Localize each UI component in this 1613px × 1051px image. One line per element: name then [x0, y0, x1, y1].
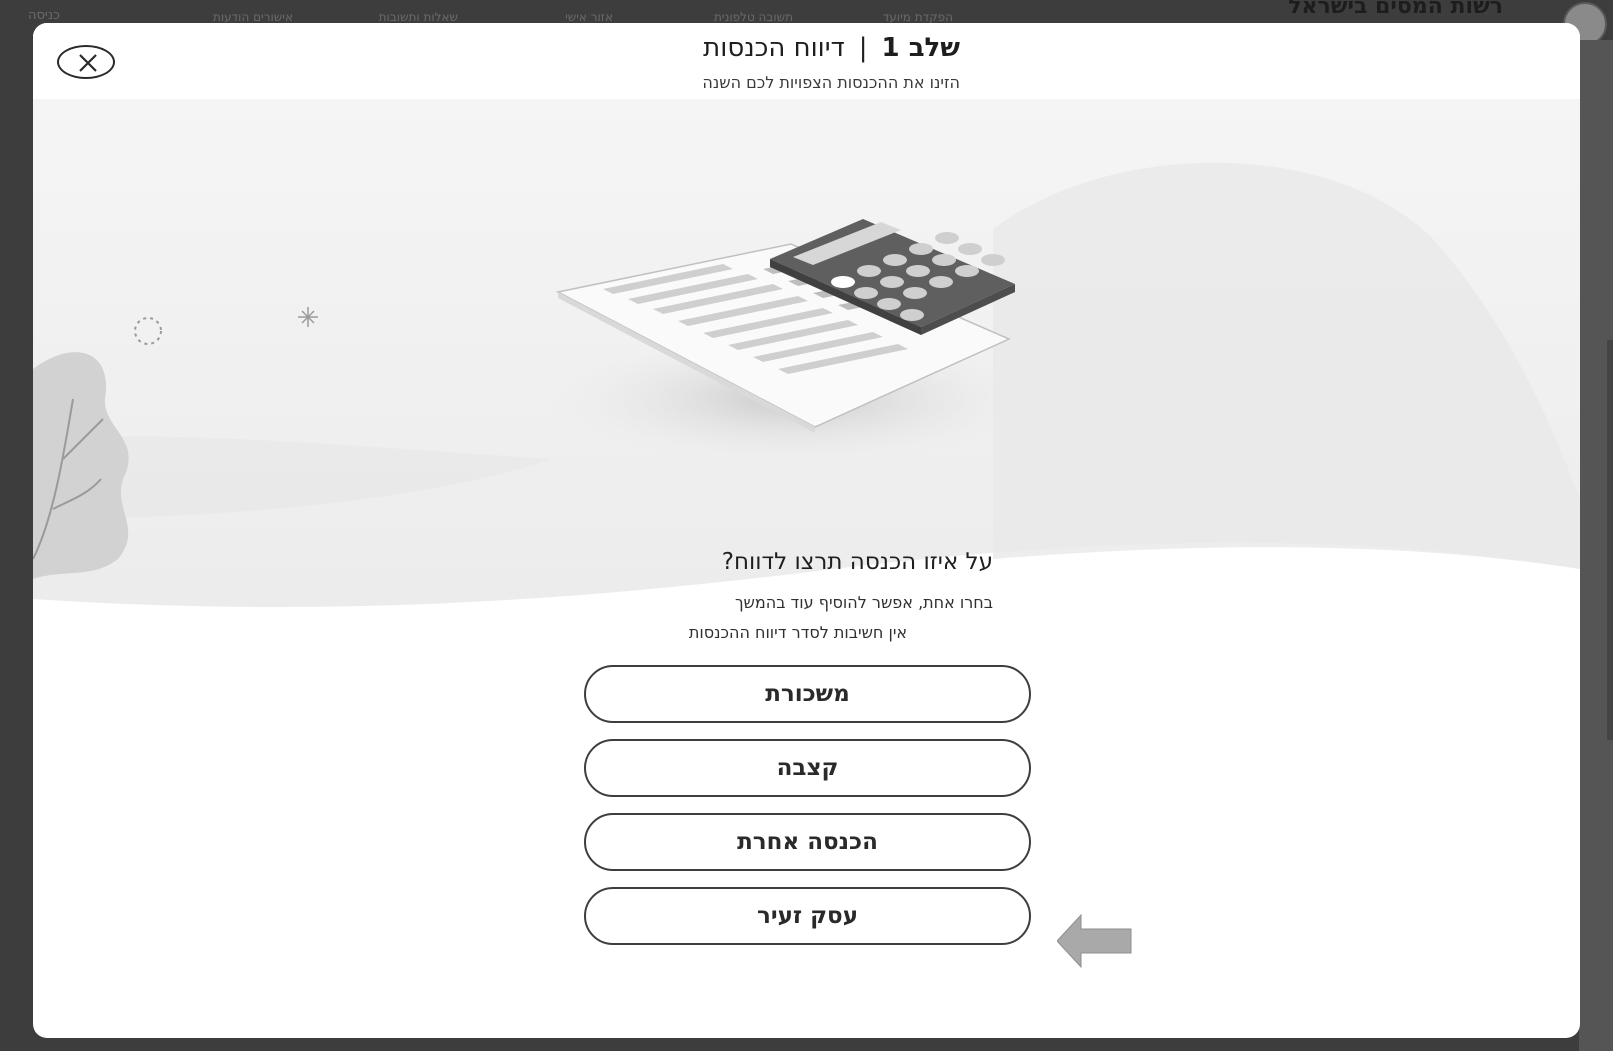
brand-title: רשות המסים בישראל: [1288, 0, 1503, 19]
option-salary-button[interactable]: משכורת: [584, 665, 1031, 723]
page-title: דיווח הכנסות: [703, 33, 845, 63]
nav-item-1: הפקדת מיועד: [882, 10, 953, 24]
nav-item-3: אזור אישי: [565, 10, 613, 24]
option-other-income-button[interactable]: הכנסה אחרת: [584, 813, 1031, 871]
option-small-business-button[interactable]: עסק זעיר: [584, 887, 1031, 945]
login-link: כניסה: [28, 8, 60, 23]
background-top-nav: רשות המסים בישראל הפקדת מיועד תשובה טלפו…: [0, 0, 1613, 46]
step-label: שלב 1: [881, 33, 960, 63]
close-button[interactable]: [57, 45, 115, 79]
title-separator: |: [858, 33, 868, 63]
question-title: על איזו הכנסה תרצו לדווח?: [721, 549, 993, 575]
nav-item-2: תשובה טלפונית: [714, 10, 793, 24]
modal-header: שלב 1 | דיווח הכנסות הזינו את ההכנסות הצפו…: [33, 23, 1580, 99]
modal-content: על איזו הכנסה תרצו לדווח? בחרו אחת, אפשר…: [33, 23, 1580, 1038]
background-scroll-area: [1579, 40, 1613, 1051]
income-report-modal: שלב 1 | דיווח הכנסות הזינו את ההכנסות הצפו…: [33, 23, 1580, 1038]
option-pension-button[interactable]: קצבה: [584, 739, 1031, 797]
nav-item-4: שאלות ותשובות: [378, 10, 458, 24]
question-hint-line1: בחרו אחת, אפשר להוסיף עוד בהמשך: [734, 593, 993, 612]
step-title: שלב 1 | דיווח הכנסות: [703, 33, 960, 63]
page-subtitle: הזינו את ההכנסות הצפויות לכם השנה: [702, 73, 960, 92]
nav-item-5: אישורים הודעות: [212, 10, 293, 24]
question-hint-line2: אין חשיבות לסדר דיווח ההכנסות: [688, 623, 908, 642]
close-icon: [79, 54, 97, 72]
arrow-left-icon: [1057, 913, 1132, 969]
